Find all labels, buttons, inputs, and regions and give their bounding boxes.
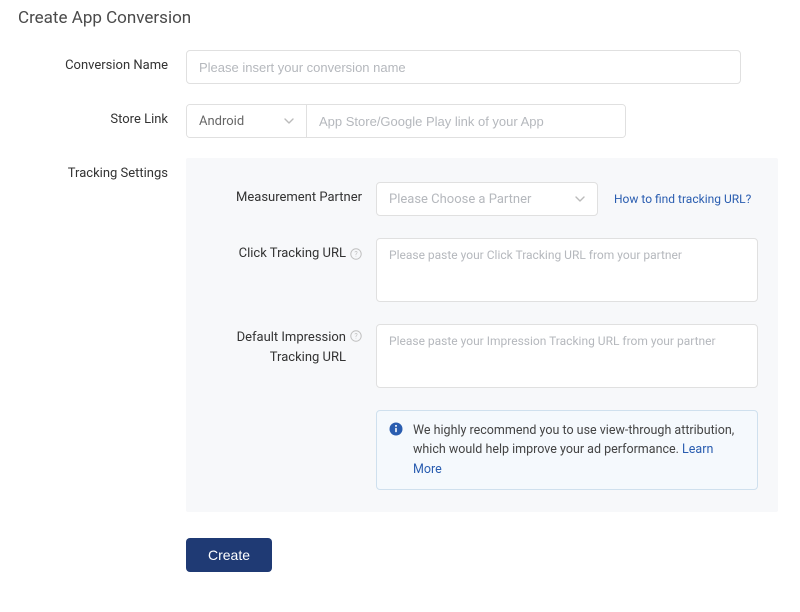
svg-text:?: ? [354, 251, 358, 259]
row-store-link: Store Link Android [18, 104, 782, 138]
chevron-down-icon [284, 116, 294, 126]
conversion-name-input[interactable] [186, 50, 741, 84]
label-click-tracking-url: Click Tracking URL ? [206, 238, 376, 261]
label-conversion-name: Conversion Name [18, 50, 186, 73]
info-banner: We highly recommend you to use view-thro… [376, 410, 758, 490]
row-tracking-settings: Tracking Settings Measurement Partner Pl… [18, 158, 782, 572]
row-impression-tracking-url: Default Impression Tracking URL ? [206, 324, 758, 388]
measurement-partner-select[interactable]: Please Choose a Partner [376, 182, 598, 216]
row-conversion-name: Conversion Name [18, 50, 782, 84]
label-impression-tracking-url: Default Impression Tracking URL ? [206, 324, 376, 367]
label-tracking-settings: Tracking Settings [18, 158, 186, 181]
platform-select[interactable]: Android [187, 105, 307, 137]
svg-text:?: ? [354, 333, 358, 341]
impression-tracking-url-input[interactable] [376, 324, 758, 388]
info-icon [389, 422, 403, 436]
how-to-find-tracking-url-link[interactable]: How to find tracking URL? [614, 192, 751, 206]
label-click-tracking-url-text: Click Tracking URL [239, 246, 346, 261]
label-store-link: Store Link [18, 104, 186, 127]
label-impression-tracking-url-text: Default Impression Tracking URL [237, 328, 346, 367]
chevron-down-icon [575, 194, 585, 204]
help-icon[interactable]: ? [350, 330, 362, 342]
tracking-settings-panel: Measurement Partner Please Choose a Part… [186, 158, 778, 512]
store-link-combo: Android [186, 104, 626, 138]
platform-select-value: Android [199, 114, 244, 129]
help-icon[interactable]: ? [350, 248, 362, 260]
page-title: Create App Conversion [18, 8, 782, 28]
info-text: We highly recommend you to use view-thro… [413, 421, 745, 479]
row-measurement-partner: Measurement Partner Please Choose a Part… [206, 182, 758, 216]
click-tracking-url-input[interactable] [376, 238, 758, 302]
store-link-input[interactable] [307, 105, 625, 137]
measurement-partner-placeholder: Please Choose a Partner [389, 192, 531, 207]
create-button[interactable]: Create [186, 538, 272, 572]
label-measurement-partner-text: Measurement Partner [236, 190, 362, 205]
label-measurement-partner: Measurement Partner [206, 182, 376, 205]
row-click-tracking-url: Click Tracking URL ? [206, 238, 758, 302]
